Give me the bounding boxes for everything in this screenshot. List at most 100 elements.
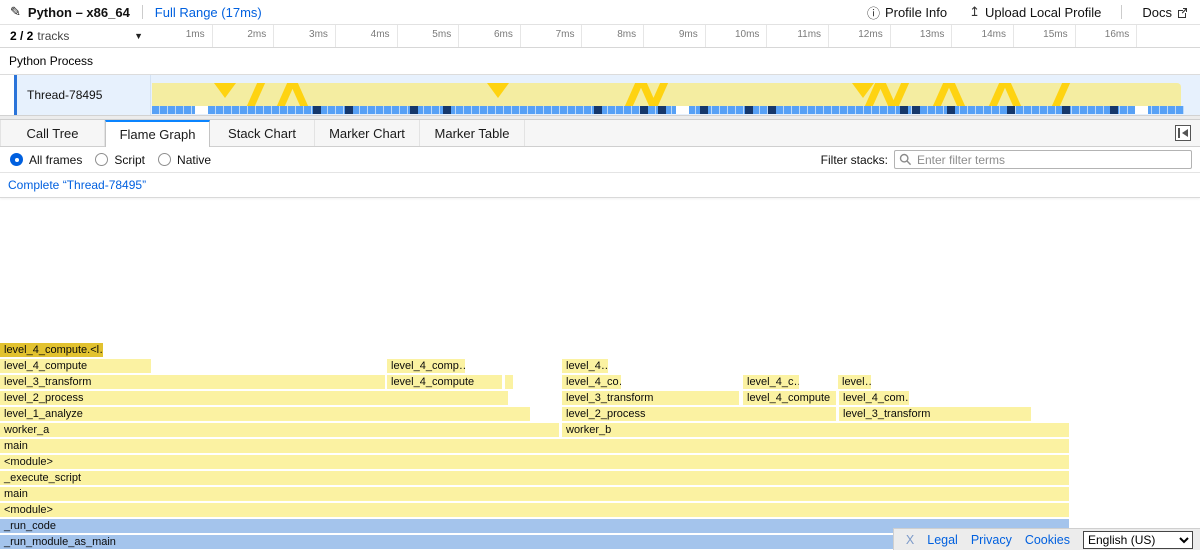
- activity-spike: [1003, 83, 1021, 106]
- radio-button-icon[interactable]: [95, 153, 108, 166]
- flame-frame[interactable]: level_4_compute: [743, 391, 836, 405]
- language-select[interactable]: English (US): [1083, 531, 1193, 549]
- thread-track[interactable]: Thread-78495: [0, 75, 1200, 115]
- upload-label: Upload Local Profile: [985, 5, 1101, 20]
- footer-link-privacy[interactable]: Privacy: [971, 533, 1012, 547]
- flame-frame[interactable]: <module>: [0, 455, 1069, 469]
- ruler-tick: 5ms: [398, 25, 460, 47]
- ruler-tick: 4ms: [336, 25, 398, 47]
- divider: [1121, 5, 1122, 19]
- ruler-tick: 8ms: [582, 25, 644, 47]
- full-range-link[interactable]: Full Range (17ms): [155, 5, 262, 20]
- divider: [142, 5, 143, 19]
- flame-frame[interactable]: level_4_c…: [743, 375, 799, 389]
- thread-activity-graph[interactable]: [151, 75, 1200, 115]
- activity-spike: [487, 83, 509, 98]
- ruler-tick: 6ms: [459, 25, 521, 47]
- ruler-tick: 16ms: [1076, 25, 1138, 47]
- flame-frame[interactable]: level_2_process: [562, 407, 836, 421]
- ruler-tick: 15ms: [1014, 25, 1076, 47]
- sidebar-arrow-icon: [1182, 129, 1188, 137]
- radio-script[interactable]: Script: [95, 153, 145, 167]
- footer-close-button[interactable]: X: [906, 533, 914, 547]
- flame-frame[interactable]: level_3_transform: [839, 407, 1031, 421]
- radio-label: Native: [177, 153, 211, 167]
- activity-spike: [947, 83, 965, 106]
- breadcrumb: Complete “Thread-78495”: [0, 173, 1200, 198]
- radio-button-icon[interactable]: [10, 153, 23, 166]
- chevron-down-icon[interactable]: ▼: [134, 31, 143, 41]
- flame-frame[interactable]: level_4_compute.<l…: [0, 343, 103, 357]
- flame-frame[interactable]: worker_b: [562, 423, 1069, 437]
- cpu-gap: [676, 106, 689, 114]
- radio-native[interactable]: Native: [158, 153, 211, 167]
- profile-info-label: Profile Info: [885, 5, 947, 20]
- cpu-gap: [1135, 106, 1148, 114]
- cpu-marker: [345, 106, 353, 114]
- tab-marker-table[interactable]: Marker Table: [420, 120, 525, 146]
- flame-frame[interactable]: level_3_transform: [0, 375, 385, 389]
- flame-frame[interactable]: level_4_compute: [0, 359, 151, 373]
- flame-frame[interactable]: level_4_compute: [387, 375, 502, 389]
- flame-frame[interactable]: level_4_co…: [562, 375, 621, 389]
- radio-label: Script: [114, 153, 145, 167]
- flame-frame[interactable]: level_3_transform: [562, 391, 739, 405]
- tab-stack-chart[interactable]: Stack Chart: [210, 120, 315, 146]
- activity-spike: [247, 83, 265, 106]
- sidebar-icon: [1178, 128, 1180, 138]
- flame-frame[interactable]: main: [0, 439, 1069, 453]
- flame-frame[interactable]: <module>: [0, 503, 1069, 517]
- flame-frame[interactable]: level_1_analyze: [0, 407, 530, 421]
- flame-frame[interactable]: _execute_script: [0, 471, 1069, 485]
- cpu-marker: [1062, 106, 1070, 114]
- tracks-word: tracks: [37, 29, 69, 43]
- breadcrumb-range-item[interactable]: Complete “Thread-78495”: [8, 178, 146, 192]
- edit-pencil-icon[interactable]: ✎: [10, 4, 21, 20]
- tab-call-tree[interactable]: Call Tree: [0, 120, 105, 146]
- ruler-tick: 14ms: [952, 25, 1014, 47]
- ruler-tick: 3ms: [274, 25, 336, 47]
- profiler-app: ✎ Python – x86_64 Full Range (17ms) ⓘ Pr…: [0, 0, 1200, 550]
- ruler-tick: 12ms: [829, 25, 891, 47]
- open-sidebar-button[interactable]: [1175, 125, 1191, 141]
- activity-spike: [650, 83, 668, 106]
- flame-frame[interactable]: level_2_process: [0, 391, 508, 405]
- tab-flame-graph[interactable]: Flame Graph: [105, 120, 210, 147]
- external-link-icon: [1177, 7, 1188, 18]
- cpu-marker: [640, 106, 648, 114]
- cpu-marker: [443, 106, 451, 114]
- docs-link[interactable]: Docs: [1142, 5, 1188, 20]
- radio-button-icon[interactable]: [158, 153, 171, 166]
- flame-graph-toolbar: All frames Script Native Filter stacks:: [0, 147, 1200, 173]
- flame-frame[interactable]: main: [0, 487, 1069, 501]
- panel-tab-bar: Call TreeFlame GraphStack ChartMarker Ch…: [0, 120, 1200, 147]
- footer-link-cookies[interactable]: Cookies: [1025, 533, 1070, 547]
- ruler-tick: 10ms: [706, 25, 768, 47]
- process-track-header[interactable]: Python Process: [0, 48, 1200, 75]
- flame-frame[interactable]: level_4_comp…: [387, 359, 465, 373]
- filter-stacks-input[interactable]: [894, 150, 1192, 169]
- flame-frame[interactable]: worker_a: [0, 423, 559, 437]
- flame-frame[interactable]: level…: [838, 375, 871, 389]
- tracks-visibility-control[interactable]: 2 / 2 tracks ▼: [0, 25, 151, 47]
- activity-spike: [891, 83, 909, 106]
- search-icon: [899, 153, 912, 166]
- profile-title: Python – x86_64: [28, 5, 130, 20]
- cpu-marker: [1007, 106, 1015, 114]
- cpu-marker: [1110, 106, 1118, 114]
- timeline-header: 2 / 2 tracks ▼ 1ms2ms3ms4ms5ms6ms7ms8ms9…: [0, 25, 1200, 48]
- activity-band: [152, 83, 1181, 106]
- filter-stacks-label: Filter stacks:: [821, 153, 888, 167]
- top-header: ✎ Python – x86_64 Full Range (17ms) ⓘ Pr…: [0, 0, 1200, 25]
- profile-info-button[interactable]: ⓘ Profile Info: [867, 3, 947, 22]
- thread-track-label[interactable]: Thread-78495: [17, 75, 151, 115]
- flame-frame[interactable]: level_4_com…: [839, 391, 909, 405]
- upload-profile-button[interactable]: ↥ Upload Local Profile: [969, 4, 1101, 20]
- footer-link-legal[interactable]: Legal: [927, 533, 958, 547]
- tab-marker-chart[interactable]: Marker Chart: [315, 120, 420, 146]
- radio-all-frames[interactable]: All frames: [10, 153, 82, 167]
- flame-frame[interactable]: [505, 375, 513, 389]
- cpu-marker: [900, 106, 908, 114]
- process-track-label: Python Process: [9, 54, 93, 68]
- flame-frame[interactable]: level_4…: [562, 359, 608, 373]
